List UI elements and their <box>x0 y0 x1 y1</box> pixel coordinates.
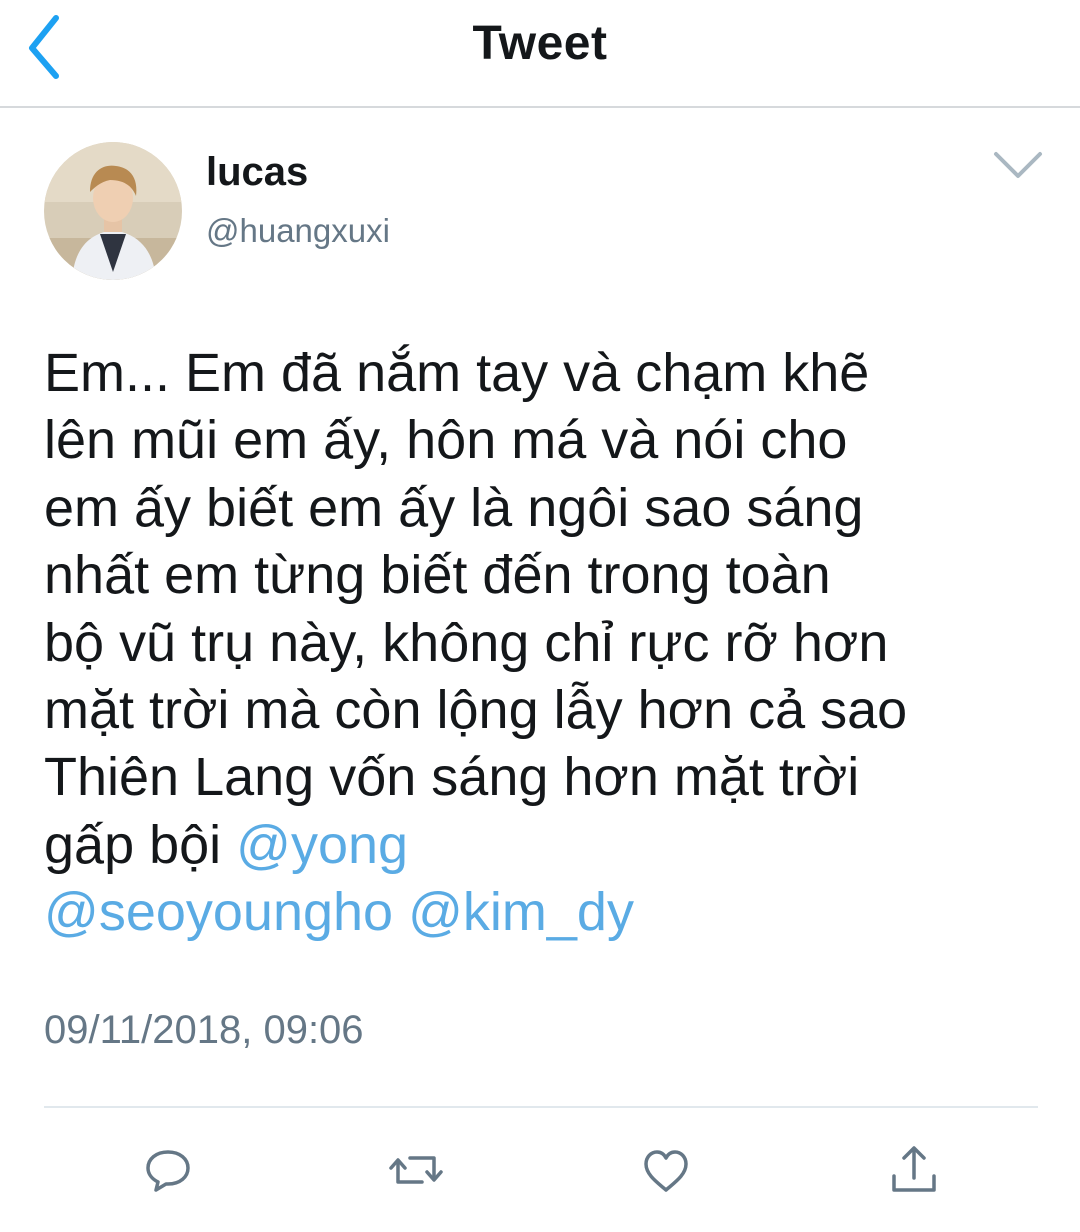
page-title: Tweet <box>472 17 608 70</box>
tweet-text: Em... Em đã nắm tay và chạm khẽ lên mũi … <box>44 340 1044 947</box>
reply-icon[interactable] <box>138 1140 198 1200</box>
author-handle[interactable]: @huangxuxi <box>206 212 390 250</box>
share-icon[interactable] <box>884 1140 944 1200</box>
chevron-down-icon[interactable] <box>990 146 1046 186</box>
tweet-text-line: mặt trời mà còn lộng lẫy hơn cả sao <box>44 680 908 741</box>
mention-link[interactable]: @yong <box>236 815 408 875</box>
tweet-text-line: Em... Em đã nắm tay và chạm khẽ <box>44 343 870 403</box>
tweet-text-line: bộ vũ trụ này, không chỉ rực rỡ hơn <box>44 612 889 673</box>
tweet-text-line: gấp bội <box>44 814 237 875</box>
tweet-timestamp: 09/11/2018, 09:06 <box>44 1008 364 1052</box>
divider <box>44 1106 1038 1108</box>
tweet-text-line: em ấy biết em ấy là ngôi sao sáng <box>44 477 864 538</box>
top-nav-bar: Tweet <box>0 0 1080 108</box>
mention-link[interactable]: @kim_dy <box>408 882 634 942</box>
heart-icon[interactable] <box>636 1140 696 1200</box>
mention-link[interactable]: @seoyoungho <box>44 882 393 942</box>
retweet-icon[interactable] <box>386 1140 446 1200</box>
avatar[interactable] <box>44 142 182 280</box>
author-display-name[interactable]: lucas <box>206 150 308 195</box>
tweet-text-line: Thiên Lang vốn sáng hơn mặt trời <box>44 747 860 808</box>
tweet-text-line: lên mũi em ấy, hôn má và nói cho <box>44 410 848 471</box>
tweet-text-line: nhất em từng biết đến trong toàn <box>44 545 831 606</box>
